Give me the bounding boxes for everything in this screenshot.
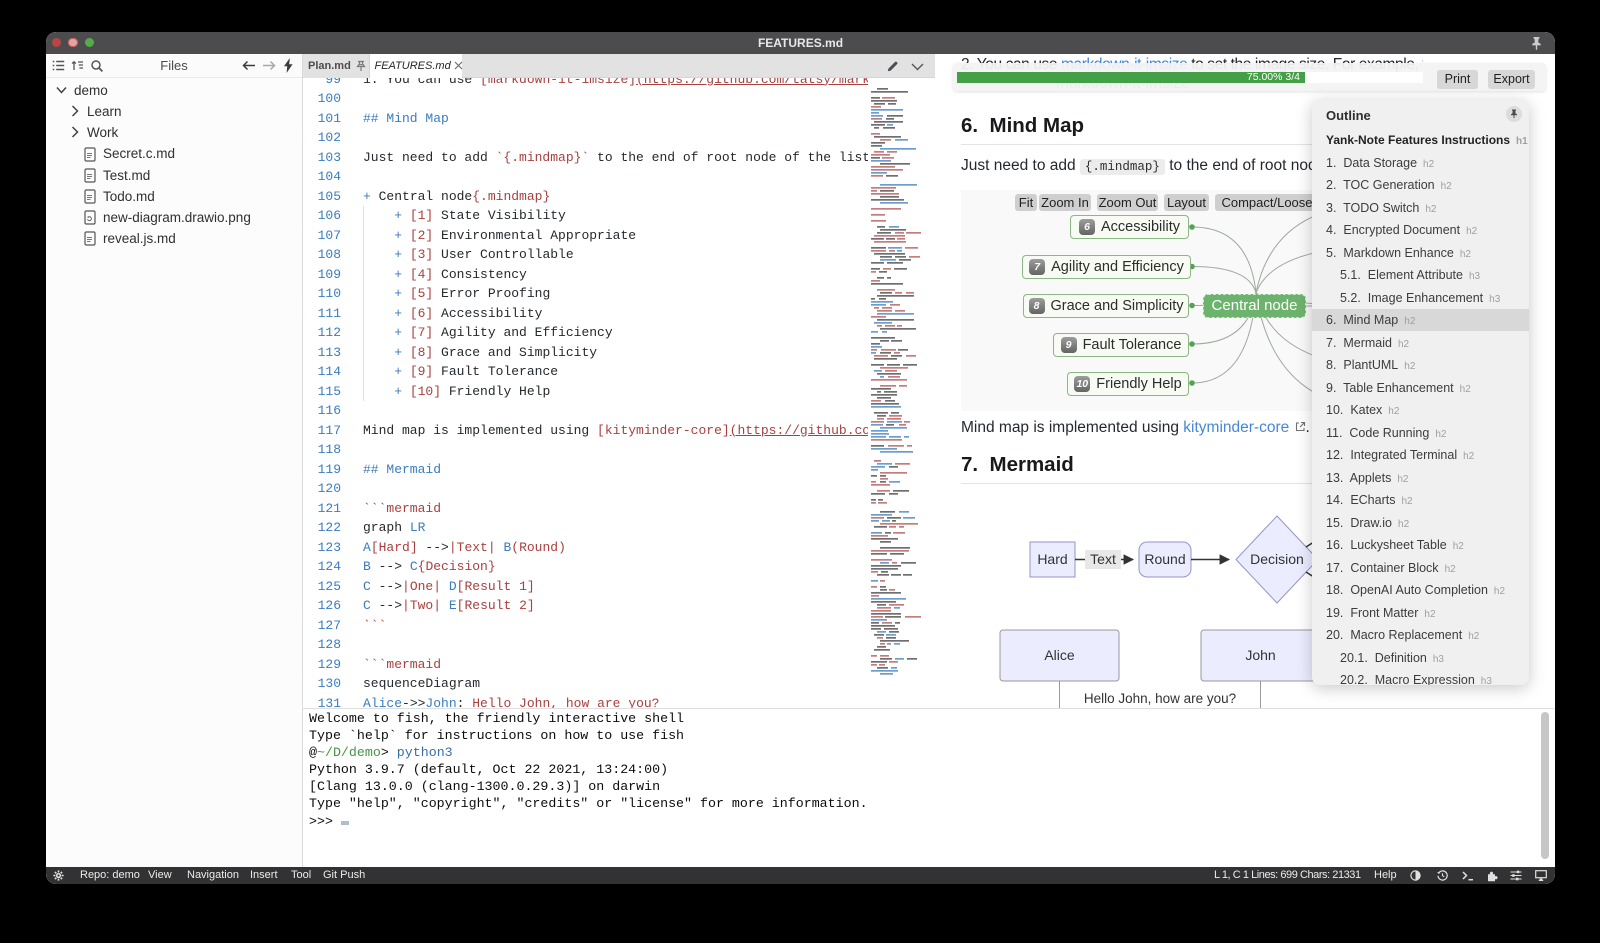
svg-text:Text: Text — [1090, 551, 1116, 567]
svg-text:Hard: Hard — [1037, 551, 1067, 567]
svg-text:Decision: Decision — [1250, 551, 1304, 567]
svg-text:Round: Round — [1144, 551, 1185, 567]
svg-text:John: John — [1245, 647, 1275, 663]
svg-text:Hello John, how are you?: Hello John, how are you? — [1084, 691, 1236, 706]
svg-text:Alice: Alice — [1044, 647, 1075, 663]
